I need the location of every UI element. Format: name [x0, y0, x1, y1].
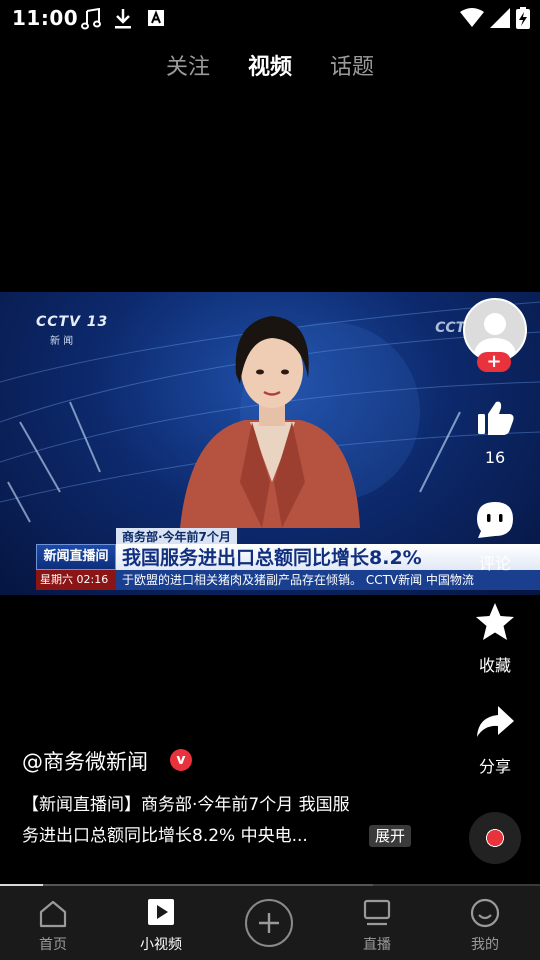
status-bar: 11:00: [0, 0, 540, 36]
nav-live[interactable]: 直播: [332, 886, 422, 960]
share-arrow-icon: [477, 706, 514, 737]
like-button[interactable]: 16: [440, 398, 540, 467]
top-tabs: 关注 视频 话题: [0, 50, 540, 90]
verified-badge: v: [170, 749, 192, 771]
nav-home-label: 首页: [39, 937, 67, 953]
author-name[interactable]: @商务微新闻: [22, 746, 148, 776]
favorite-label: 收藏: [478, 656, 511, 675]
nav-profile-label: 我的: [471, 937, 499, 953]
comment-button[interactable]: 评论: [440, 500, 540, 574]
share-button[interactable]: 分享: [440, 703, 540, 777]
caption-line-1: 【新闻直播间】商务部·今年前7个月 我国服: [22, 795, 350, 815]
signal-icon: [490, 8, 510, 28]
nav-profile[interactable]: 我的: [440, 886, 530, 960]
share-label: 分享: [478, 757, 511, 776]
favorite-button[interactable]: 收藏: [440, 602, 540, 676]
channel-logo: CCTV 13: [36, 314, 109, 330]
smiley-profile-icon: [470, 898, 500, 928]
tv-icon: [363, 899, 391, 926]
music-disc-icon[interactable]: [469, 812, 521, 864]
comment-label: 评论: [478, 554, 511, 573]
nav-short-video-label: 小视频: [140, 937, 182, 953]
program-badge: 新闻直播间: [36, 544, 116, 570]
home-icon: [39, 900, 67, 928]
nav-live-label: 直播: [363, 937, 391, 953]
play-square-icon: [148, 899, 174, 925]
plus-icon: [259, 913, 279, 933]
like-count: 16: [484, 448, 506, 467]
star-icon: [476, 603, 514, 640]
battery-charging-icon: [516, 7, 530, 29]
download-icon: [115, 9, 131, 29]
nav-home[interactable]: 首页: [8, 886, 98, 960]
status-time: 11:00: [12, 6, 79, 30]
wifi-icon: [460, 8, 484, 27]
expand-button[interactable]: 展开: [369, 825, 412, 847]
comment-bubble-icon: [477, 502, 513, 538]
thumbs-up-icon: [478, 401, 514, 435]
publish-button[interactable]: [245, 899, 293, 947]
nav-short-video[interactable]: 小视频: [116, 886, 206, 960]
follow-button[interactable]: +: [477, 352, 511, 372]
channel-subtitle: 新 闻: [50, 336, 74, 347]
lower-third-date: 星期六 02:16: [36, 570, 116, 590]
tab-video[interactable]: 视频: [248, 50, 292, 90]
font-a-icon: [148, 10, 164, 26]
music-note-icon: [81, 8, 101, 30]
tab-topics[interactable]: 话题: [330, 50, 374, 90]
tab-following[interactable]: 关注: [166, 50, 210, 90]
